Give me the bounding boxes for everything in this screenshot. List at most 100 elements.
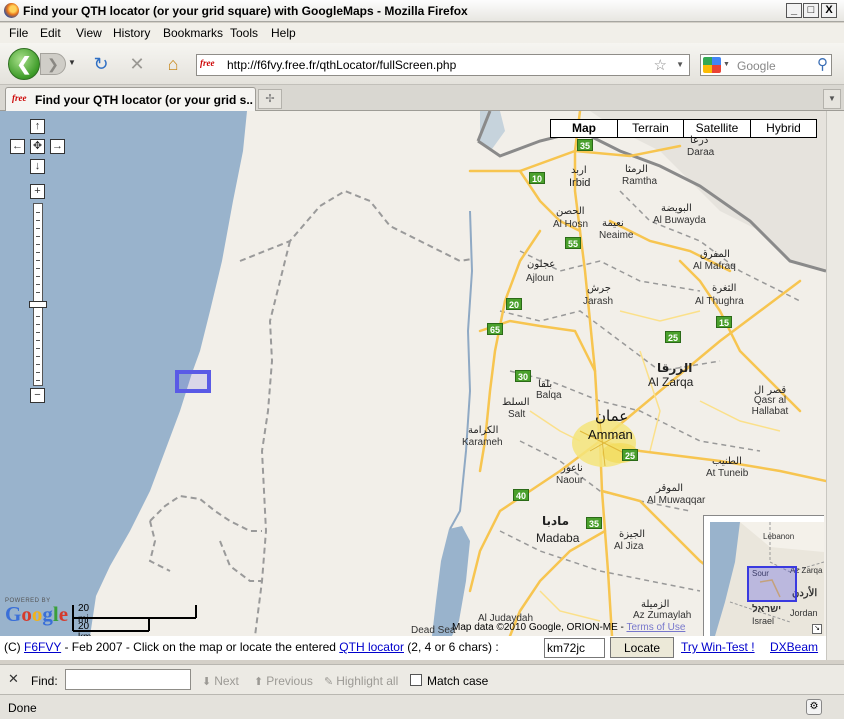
url-dropdown-icon[interactable]: ▼ [676, 60, 684, 69]
zarqa-label: Al Zarqa [648, 375, 694, 389]
irbid-arabic-label: اربد [571, 165, 587, 176]
pan-down-button[interactable]: ↓ [30, 159, 45, 174]
route-shield-65: 65 [487, 323, 503, 335]
mafraq-label: Al Mafraq [693, 261, 736, 272]
overview-lebanon-label: Lebanon [763, 532, 795, 541]
forward-button[interactable]: ❯ [40, 53, 66, 75]
menu-history[interactable]: History [113, 26, 150, 40]
search-placeholder[interactable]: Google [737, 59, 776, 73]
tuneib-arabic-label: الطنيب [712, 456, 742, 467]
google-logo[interactable]: POWERED BY Google [5, 598, 69, 626]
match-case-label[interactable]: Match case [427, 674, 488, 688]
zoom-slider[interactable] [29, 203, 47, 386]
locator-input[interactable] [544, 638, 605, 658]
map-type-hybrid-button[interactable]: Hybrid [750, 120, 816, 137]
url-text[interactable]: http://f6fvy.free.fr/qthLocator/fullScre… [227, 58, 456, 72]
route-shield-55: 55 [565, 237, 581, 249]
find-label: Find: [31, 674, 58, 688]
zoom-slider-knob[interactable] [29, 301, 47, 308]
menu-edit[interactable]: Edit [40, 26, 61, 40]
tab-bar: free Find your QTH locator (or your grid… [0, 85, 844, 111]
thughra-arabic-label: الثغرة [712, 283, 737, 294]
tab-title[interactable]: Find your QTH locator (or your grid s... [35, 93, 253, 107]
engine-dropdown-icon[interactable]: ▼ [723, 61, 730, 68]
ramtha-label: Ramtha [622, 176, 658, 187]
route-shield-10: 10 [529, 172, 545, 184]
arrow-down-icon: ⬇ [202, 676, 212, 688]
route-shield-25-south: 25 [622, 449, 638, 461]
page-scrollbar[interactable] [826, 111, 844, 660]
home-icon[interactable]: ⌂ [163, 54, 183, 74]
all-tabs-dropdown-icon[interactable]: ▼ [823, 89, 841, 109]
minimize-button[interactable]: _ [786, 3, 802, 18]
zumaylah-label: Az Zumaylah [633, 610, 692, 621]
google-map[interactable]: Map Terrain Satellite Hybrid ↑ ← ✥ → ↓ +… [0, 111, 826, 636]
ramtha-arabic-label: الرمثا [625, 164, 648, 175]
menu-bar: File Edit View History Bookmarks Tools H… [0, 23, 844, 43]
zumaylah-arabic-label: الزميلة [641, 599, 670, 610]
history-dropdown-icon[interactable]: ▼ [68, 58, 76, 67]
qasr-label: Qasr al Hallabat [751, 395, 789, 417]
match-case-checkbox[interactable] [410, 674, 422, 686]
overview-israel-label: Israel [752, 616, 775, 626]
author-link[interactable]: F6FVY [24, 640, 61, 654]
menu-tools[interactable]: Tools [230, 26, 258, 40]
close-window-button[interactable]: X [821, 3, 837, 18]
try-win-test-link[interactable]: Try Win-Test ! [681, 640, 755, 654]
pan-up-button[interactable]: ↑ [30, 119, 45, 134]
find-input[interactable] [65, 669, 191, 690]
overview-map[interactable]: Lebanon Az Zarqa Sour الأردن ישראל Jorda… [703, 515, 824, 636]
menu-help[interactable]: Help [271, 26, 296, 40]
url-bar[interactable]: free http://f6fvy.free.fr/qthLocator/ful… [196, 54, 690, 76]
status-bar: Done ⚙ [0, 694, 844, 719]
locate-button[interactable]: Locate [610, 637, 674, 658]
terms-of-use-link[interactable]: Terms of Use [626, 622, 685, 633]
zoom-out-button[interactable]: − [30, 388, 45, 403]
qth-locator-link[interactable]: QTH locator [339, 640, 404, 654]
tab-active[interactable]: free Find your QTH locator (or your grid… [5, 87, 256, 111]
find-previous-button[interactable]: ⬆ Previous [254, 674, 313, 688]
madaba-label: Madaba [536, 531, 580, 545]
highlight-all-button[interactable]: ✎ Highlight all [324, 674, 398, 688]
site-favicon: free [200, 58, 215, 68]
search-box[interactable]: ▼ Google ⚲ [700, 54, 832, 76]
reload-icon[interactable]: ↻ [91, 54, 111, 74]
pan-left-button[interactable]: ← [10, 139, 25, 154]
naour-arabic-label: ناعور [561, 463, 583, 474]
menu-file[interactable]: File [9, 26, 28, 40]
map-type-terrain-button[interactable]: Terrain [617, 120, 683, 137]
dxbeam-link[interactable]: DXBeam [770, 640, 818, 654]
back-button[interactable]: ❮ [8, 48, 40, 80]
menu-view[interactable]: View [76, 26, 102, 40]
zoom-in-button[interactable]: + [30, 184, 45, 199]
jiza-arabic-label: الجيزة [619, 529, 646, 540]
google-wordmark: Google [5, 602, 69, 626]
menu-bookmarks[interactable]: Bookmarks [163, 26, 223, 40]
addon-icon[interactable]: ⚙ [806, 699, 822, 715]
alhosn-label: Al Hosn [553, 219, 589, 230]
google-engine-icon[interactable] [703, 57, 721, 73]
route-shield-30: 30 [515, 370, 531, 382]
tab-favicon: free [12, 93, 27, 103]
daraa-arabic-label: درعا [690, 135, 709, 146]
stop-icon[interactable]: ✕ [127, 54, 147, 74]
new-tab-button[interactable]: ✢ [258, 89, 282, 109]
pan-right-button[interactable]: → [50, 139, 65, 154]
overview-toggle-icon[interactable]: ↘ [812, 624, 822, 634]
madaba-arabic-label: مادبا [542, 514, 570, 528]
route-shield-35-south: 35 [586, 517, 602, 529]
find-next-button[interactable]: ⬇ Next [202, 674, 239, 688]
map-type-map-button[interactable]: Map [551, 120, 617, 137]
overview-viewport-box[interactable] [747, 566, 797, 602]
search-icon[interactable]: ⚲ [817, 55, 828, 73]
find-close-icon[interactable]: ✕ [8, 671, 19, 687]
maximize-button[interactable]: □ [803, 3, 819, 18]
muwaqqar-arabic-label: الموقر [656, 483, 684, 494]
bookmark-star-icon[interactable]: ☆ [654, 56, 667, 74]
route-shield-20: 20 [506, 298, 522, 310]
overview-map-canvas[interactable]: Lebanon Az Zarqa Sour الأردن ישראל Jorda… [710, 522, 824, 636]
route-shield-35: 35 [577, 139, 593, 151]
pan-center-button[interactable]: ✥ [30, 139, 45, 154]
window-title: Find your QTH locator (or your grid squa… [23, 4, 468, 18]
amman-arabic-label: عمان [595, 407, 629, 425]
